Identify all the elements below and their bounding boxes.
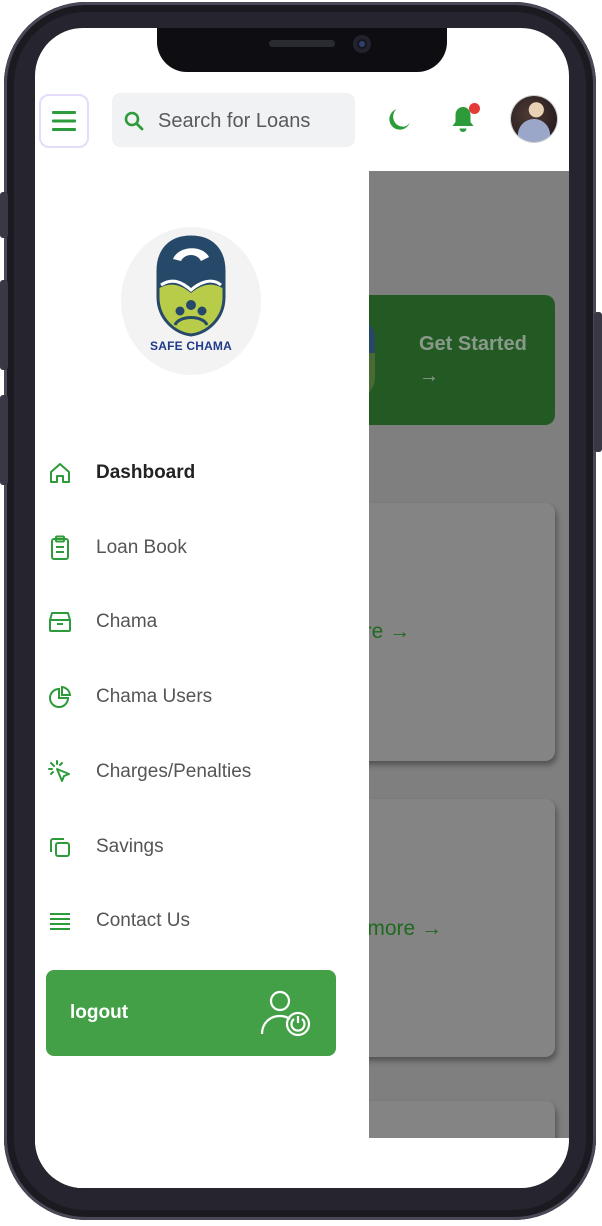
brand-logo: SAFE CHAMA bbox=[121, 227, 261, 375]
search-box[interactable] bbox=[112, 93, 355, 147]
search-input[interactable] bbox=[156, 101, 350, 141]
sidebar-item-loan-book[interactable]: Loan Book bbox=[47, 528, 347, 568]
list-icon bbox=[47, 908, 73, 934]
sidebar-item-label: Chama Users bbox=[96, 686, 213, 707]
notch bbox=[157, 28, 447, 72]
dashboard-card[interactable]: ore → bbox=[369, 503, 555, 761]
side-button bbox=[594, 312, 602, 452]
sidebar-item-label: Charges/Penalties bbox=[96, 761, 252, 782]
cursor-click-icon bbox=[47, 759, 73, 785]
sidebar-item-contact-us[interactable]: Contact Us bbox=[47, 901, 347, 941]
sidebar-item-chama-users[interactable]: Chama Users bbox=[47, 677, 347, 717]
sidebar-item-charges-penalties[interactable]: Charges/Penalties bbox=[47, 752, 347, 792]
sidebar-item-label: Savings bbox=[96, 836, 164, 857]
pie-chart-icon bbox=[47, 684, 73, 710]
top-bar bbox=[35, 90, 569, 150]
menu-button[interactable] bbox=[39, 94, 89, 148]
sidebar-item-dashboard[interactable]: Dashboard bbox=[47, 453, 347, 493]
side-button bbox=[0, 280, 8, 370]
clipboard-icon bbox=[47, 535, 73, 561]
sidebar-item-chama[interactable]: Chama bbox=[47, 602, 347, 642]
logout-label: logout bbox=[70, 1002, 129, 1023]
sidebar-item-savings[interactable]: Savings bbox=[47, 827, 347, 867]
view-more-link[interactable]: v more → bbox=[369, 917, 442, 941]
menu-icon bbox=[52, 111, 76, 131]
side-button bbox=[0, 192, 8, 238]
logo-image bbox=[369, 317, 375, 401]
search-icon bbox=[124, 111, 144, 131]
view-more-link[interactable]: ore → bbox=[369, 620, 410, 644]
copy-icon bbox=[47, 834, 73, 860]
speaker bbox=[269, 40, 335, 47]
camera bbox=[353, 35, 371, 53]
side-button bbox=[0, 395, 8, 485]
logo-text: SAFE CHAMA bbox=[150, 339, 232, 353]
screen: Get Started → ore → v more → SAFE CHAMA bbox=[35, 28, 569, 1188]
get-started-label: Get Started bbox=[419, 333, 527, 355]
page-overlay[interactable]: Get Started → ore → v more → bbox=[369, 171, 569, 1138]
sidebar-item-label: Chama bbox=[96, 611, 158, 632]
arrow-icon: → bbox=[419, 365, 439, 387]
dashboard-card[interactable]: v more → bbox=[369, 799, 555, 1057]
get-started-card[interactable]: Get Started → bbox=[369, 295, 555, 425]
sidebar-drawer: SAFE CHAMA Dashboard Loan Book Chama Cha… bbox=[35, 171, 369, 1188]
avatar[interactable] bbox=[511, 96, 557, 142]
sidebar-item-label: Contact Us bbox=[96, 910, 190, 931]
user-power-icon bbox=[260, 990, 311, 1037]
archive-icon bbox=[47, 609, 73, 635]
home-icon bbox=[47, 460, 73, 486]
logout-button[interactable]: logout bbox=[46, 970, 336, 1056]
dashboard-card[interactable] bbox=[369, 1101, 555, 1138]
notification-dot bbox=[469, 103, 480, 114]
sidebar-item-label: Loan Book bbox=[96, 537, 187, 558]
moon-icon[interactable] bbox=[387, 106, 413, 132]
sidebar-item-label: Dashboard bbox=[96, 462, 196, 483]
